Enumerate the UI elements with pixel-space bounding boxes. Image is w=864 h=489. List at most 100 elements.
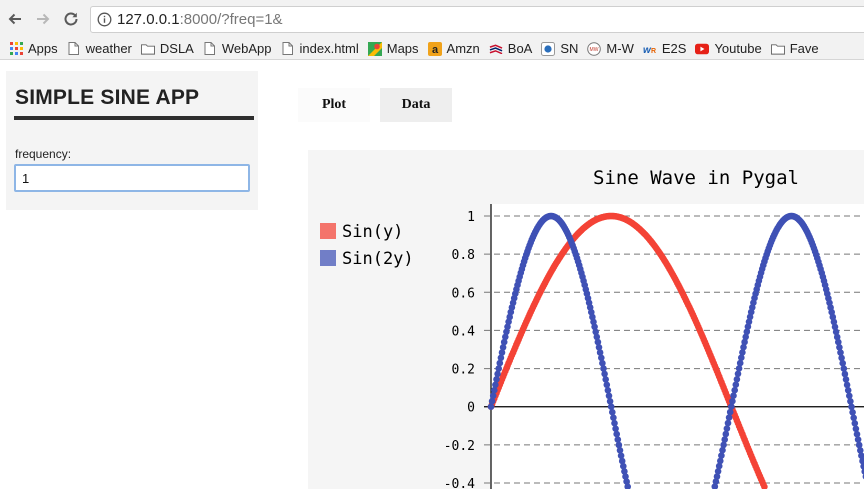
youtube-icon bbox=[695, 42, 710, 56]
site-info-icon[interactable] bbox=[91, 12, 117, 27]
plot-area bbox=[491, 204, 864, 489]
url-text: 127.0.0.1:8000/?freq=1& bbox=[117, 11, 283, 28]
data-point bbox=[846, 392, 853, 400]
y-tick-label: -0.2 bbox=[444, 439, 475, 454]
bookmark-label: M-W bbox=[606, 41, 634, 56]
data-point bbox=[611, 419, 618, 427]
data-point bbox=[723, 425, 731, 432]
data-point bbox=[613, 430, 620, 438]
bookmark-weather[interactable]: weather bbox=[67, 41, 132, 56]
amazon-icon: a bbox=[427, 41, 442, 56]
data-point bbox=[844, 387, 852, 394]
sidebar-panel: SIMPLE SINE APP frequency: bbox=[6, 71, 258, 210]
data-point bbox=[605, 392, 613, 400]
legend-item-sin-2y[interactable]: Sin(2y) bbox=[320, 249, 414, 269]
tab-data[interactable]: Data bbox=[380, 88, 452, 122]
legend-item-sin-y[interactable]: Sin(y) bbox=[320, 222, 403, 242]
data-point bbox=[609, 408, 616, 416]
svg-text:R: R bbox=[651, 48, 656, 55]
address-bar[interactable]: 127.0.0.1:8000/?freq=1& bbox=[90, 6, 864, 33]
sn-icon bbox=[541, 41, 556, 56]
bookmark-fave[interactable]: Fave bbox=[770, 41, 819, 56]
data-point bbox=[848, 403, 855, 411]
data-point bbox=[489, 392, 497, 399]
forward-button[interactable] bbox=[32, 8, 54, 30]
forward-arrow-icon bbox=[37, 13, 50, 25]
bookmarks-bar: Apps weather DSLA WebApp index.html Maps… bbox=[0, 38, 864, 60]
page-icon bbox=[67, 42, 81, 56]
y-tick-label: 0.4 bbox=[452, 324, 476, 339]
bookmark-maps[interactable]: Maps bbox=[367, 41, 419, 56]
legend-swatch bbox=[320, 250, 336, 266]
data-point bbox=[847, 398, 854, 405]
y-tick-label: 0.8 bbox=[452, 248, 475, 263]
bookmark-label: Amzn bbox=[446, 41, 480, 56]
boa-icon bbox=[489, 42, 503, 56]
bookmark-label: weather bbox=[85, 41, 132, 56]
bookmark-label: WebApp bbox=[221, 41, 272, 56]
data-point bbox=[610, 414, 617, 422]
folder-icon bbox=[140, 42, 155, 56]
y-tick-label: 1 bbox=[467, 210, 475, 225]
bookmark-label: SN bbox=[560, 41, 579, 56]
svg-text:a: a bbox=[431, 44, 438, 56]
data-point bbox=[721, 436, 728, 443]
bookmark-label: BoA bbox=[507, 41, 533, 56]
bookmark-boa[interactable]: BoA bbox=[489, 41, 533, 56]
reload-button[interactable] bbox=[60, 8, 82, 30]
data-point bbox=[603, 381, 611, 389]
data-point bbox=[850, 414, 857, 422]
back-arrow-icon bbox=[8, 13, 21, 25]
data-point bbox=[724, 419, 732, 427]
page-icon bbox=[203, 42, 217, 56]
data-point bbox=[487, 403, 495, 410]
bookmark-index-html[interactable]: index.html bbox=[281, 41, 359, 56]
y-tick-label: 0.6 bbox=[452, 286, 475, 301]
bookmark-sn[interactable]: SN bbox=[541, 41, 578, 56]
y-tick-label: 0.2 bbox=[452, 363, 475, 378]
data-point bbox=[604, 387, 612, 394]
url-rest: :8000/?freq=1& bbox=[179, 11, 283, 28]
data-point bbox=[730, 392, 737, 399]
data-point bbox=[601, 370, 608, 378]
svg-text:MW: MW bbox=[590, 47, 599, 53]
title-underline bbox=[14, 116, 254, 120]
bookmark-dsla[interactable]: DSLA bbox=[140, 41, 194, 56]
legend-label: Sin(2y) bbox=[342, 249, 414, 269]
reload-icon bbox=[64, 12, 78, 26]
bookmark-label: E2S bbox=[661, 41, 687, 56]
data-point bbox=[607, 403, 615, 410]
data-point bbox=[731, 386, 738, 394]
page-icon bbox=[281, 42, 295, 56]
browser-toolbar: 127.0.0.1:8000/?freq=1& bbox=[0, 0, 864, 38]
data-point bbox=[488, 397, 496, 405]
y-tick-label: 0 bbox=[467, 401, 475, 416]
bookmark-e2s[interactable]: wR E2S bbox=[643, 41, 687, 56]
legend-label: Sin(y) bbox=[342, 222, 403, 242]
data-point bbox=[492, 381, 499, 389]
merriam-webster-icon: MW bbox=[587, 41, 602, 56]
y-tick-labels: 1 0.8 0.6 0.4 0.2 0 -0.2 -0.4 bbox=[444, 210, 475, 489]
bookmark-label: Youtube bbox=[714, 41, 762, 56]
data-point bbox=[851, 420, 859, 427]
bookmark-label: index.html bbox=[299, 41, 359, 56]
bookmark-apps[interactable]: Apps bbox=[9, 41, 58, 56]
data-point bbox=[849, 409, 856, 416]
bookmark-amzn[interactable]: a Amzn bbox=[427, 41, 480, 56]
apps-grid-icon bbox=[9, 42, 23, 56]
bookmark-webapp[interactable]: WebApp bbox=[203, 41, 272, 56]
frequency-input[interactable] bbox=[14, 164, 250, 192]
bookmark-label: Maps bbox=[386, 41, 419, 56]
data-point bbox=[729, 397, 736, 405]
sine-chart: 1 0.8 0.6 0.4 0.2 0 -0.2 -0.4 Sine Wave in Pyga… bbox=[320, 167, 864, 489]
tab-plot[interactable]: Plot bbox=[298, 88, 370, 122]
bookmark-m-w[interactable]: MW M-W bbox=[587, 41, 634, 56]
bookmark-label: Fave bbox=[789, 41, 819, 56]
bookmark-label: Apps bbox=[28, 41, 58, 56]
bookmark-label: DSLA bbox=[159, 41, 194, 56]
bookmark-youtube[interactable]: Youtube bbox=[695, 41, 762, 56]
data-point bbox=[842, 376, 850, 383]
back-button[interactable] bbox=[4, 8, 26, 30]
chart-title: Sine Wave in Pygal bbox=[593, 167, 799, 189]
frequency-label: frequency: bbox=[15, 147, 72, 161]
